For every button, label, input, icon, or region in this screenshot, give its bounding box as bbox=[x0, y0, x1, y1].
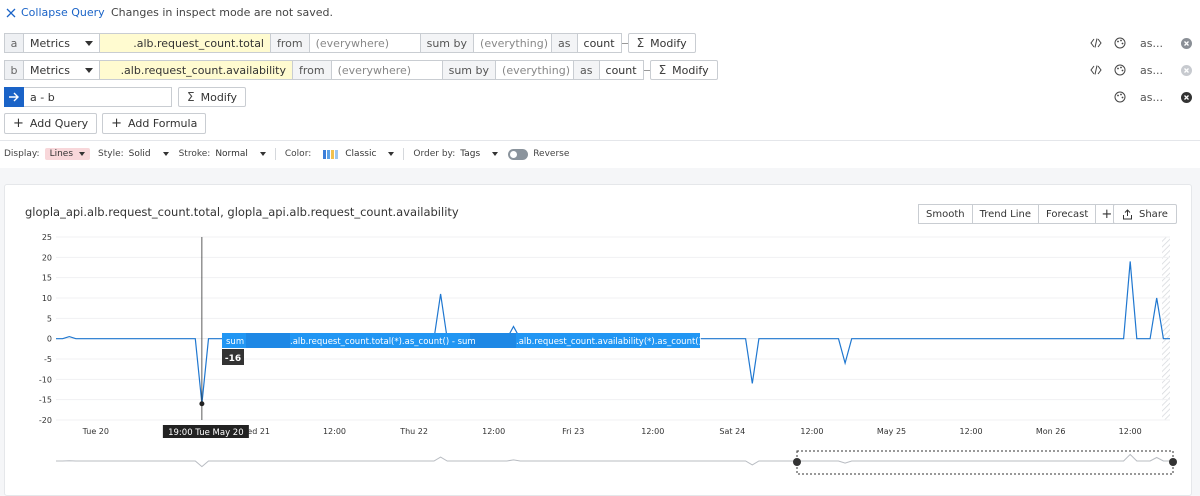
y-tick-label: -20 bbox=[39, 416, 52, 425]
x-tick-label: 12:00 bbox=[323, 427, 346, 436]
tooltip-redacted-block bbox=[470, 333, 516, 348]
x-tick-label: 12:00 bbox=[800, 427, 823, 436]
hover-time-label: 19:00 Tue May 20 bbox=[168, 428, 244, 438]
x-tick-label: 12:00 bbox=[641, 427, 664, 436]
tooltip-text-mid: .alb.request_count.total(*).as_count() -… bbox=[290, 337, 476, 347]
y-tick-label: -15 bbox=[39, 396, 52, 405]
overview-line bbox=[56, 453, 1170, 468]
timeseries-chart[interactable]: 2520151050-5-10-15-20Tue 2012:00Wed 2112… bbox=[0, 0, 1200, 496]
x-tick-label: Mon 26 bbox=[1036, 427, 1066, 436]
x-tick-label: 12:00 bbox=[960, 427, 983, 436]
tooltip-value: -16 bbox=[225, 354, 241, 364]
x-tick-label: 12:00 bbox=[482, 427, 505, 436]
x-tick-label: Tue 20 bbox=[82, 427, 109, 436]
overview-brush[interactable] bbox=[796, 450, 1174, 475]
y-tick-label: 5 bbox=[47, 314, 52, 323]
y-tick-label: 15 bbox=[42, 274, 52, 283]
brush-left-handle[interactable] bbox=[793, 458, 801, 466]
x-tick-label: Sat 24 bbox=[719, 427, 745, 436]
x-tick-label: Thu 22 bbox=[399, 427, 428, 436]
y-tick-label: 10 bbox=[42, 294, 52, 303]
x-tick-label: Fri 23 bbox=[562, 427, 584, 436]
y-tick-label: -5 bbox=[44, 355, 52, 364]
y-tick-label: 0 bbox=[47, 335, 52, 344]
brush-right-handle[interactable] bbox=[1169, 458, 1177, 466]
y-tick-label: 25 bbox=[42, 233, 52, 242]
x-tick-label: 12:00 bbox=[1119, 427, 1142, 436]
tooltip-text-suffix: .alb.request_count.availability(*).as_co… bbox=[516, 337, 702, 347]
series-line[interactable] bbox=[56, 261, 1170, 404]
tooltip-text-prefix: sum bbox=[226, 337, 244, 347]
x-tick-label: May 25 bbox=[877, 427, 906, 436]
partial-data-region bbox=[1162, 237, 1170, 420]
y-tick-label: -10 bbox=[39, 375, 52, 384]
y-tick-label: 20 bbox=[42, 253, 52, 262]
hover-point bbox=[199, 401, 205, 407]
tooltip-redacted-block bbox=[246, 333, 290, 348]
